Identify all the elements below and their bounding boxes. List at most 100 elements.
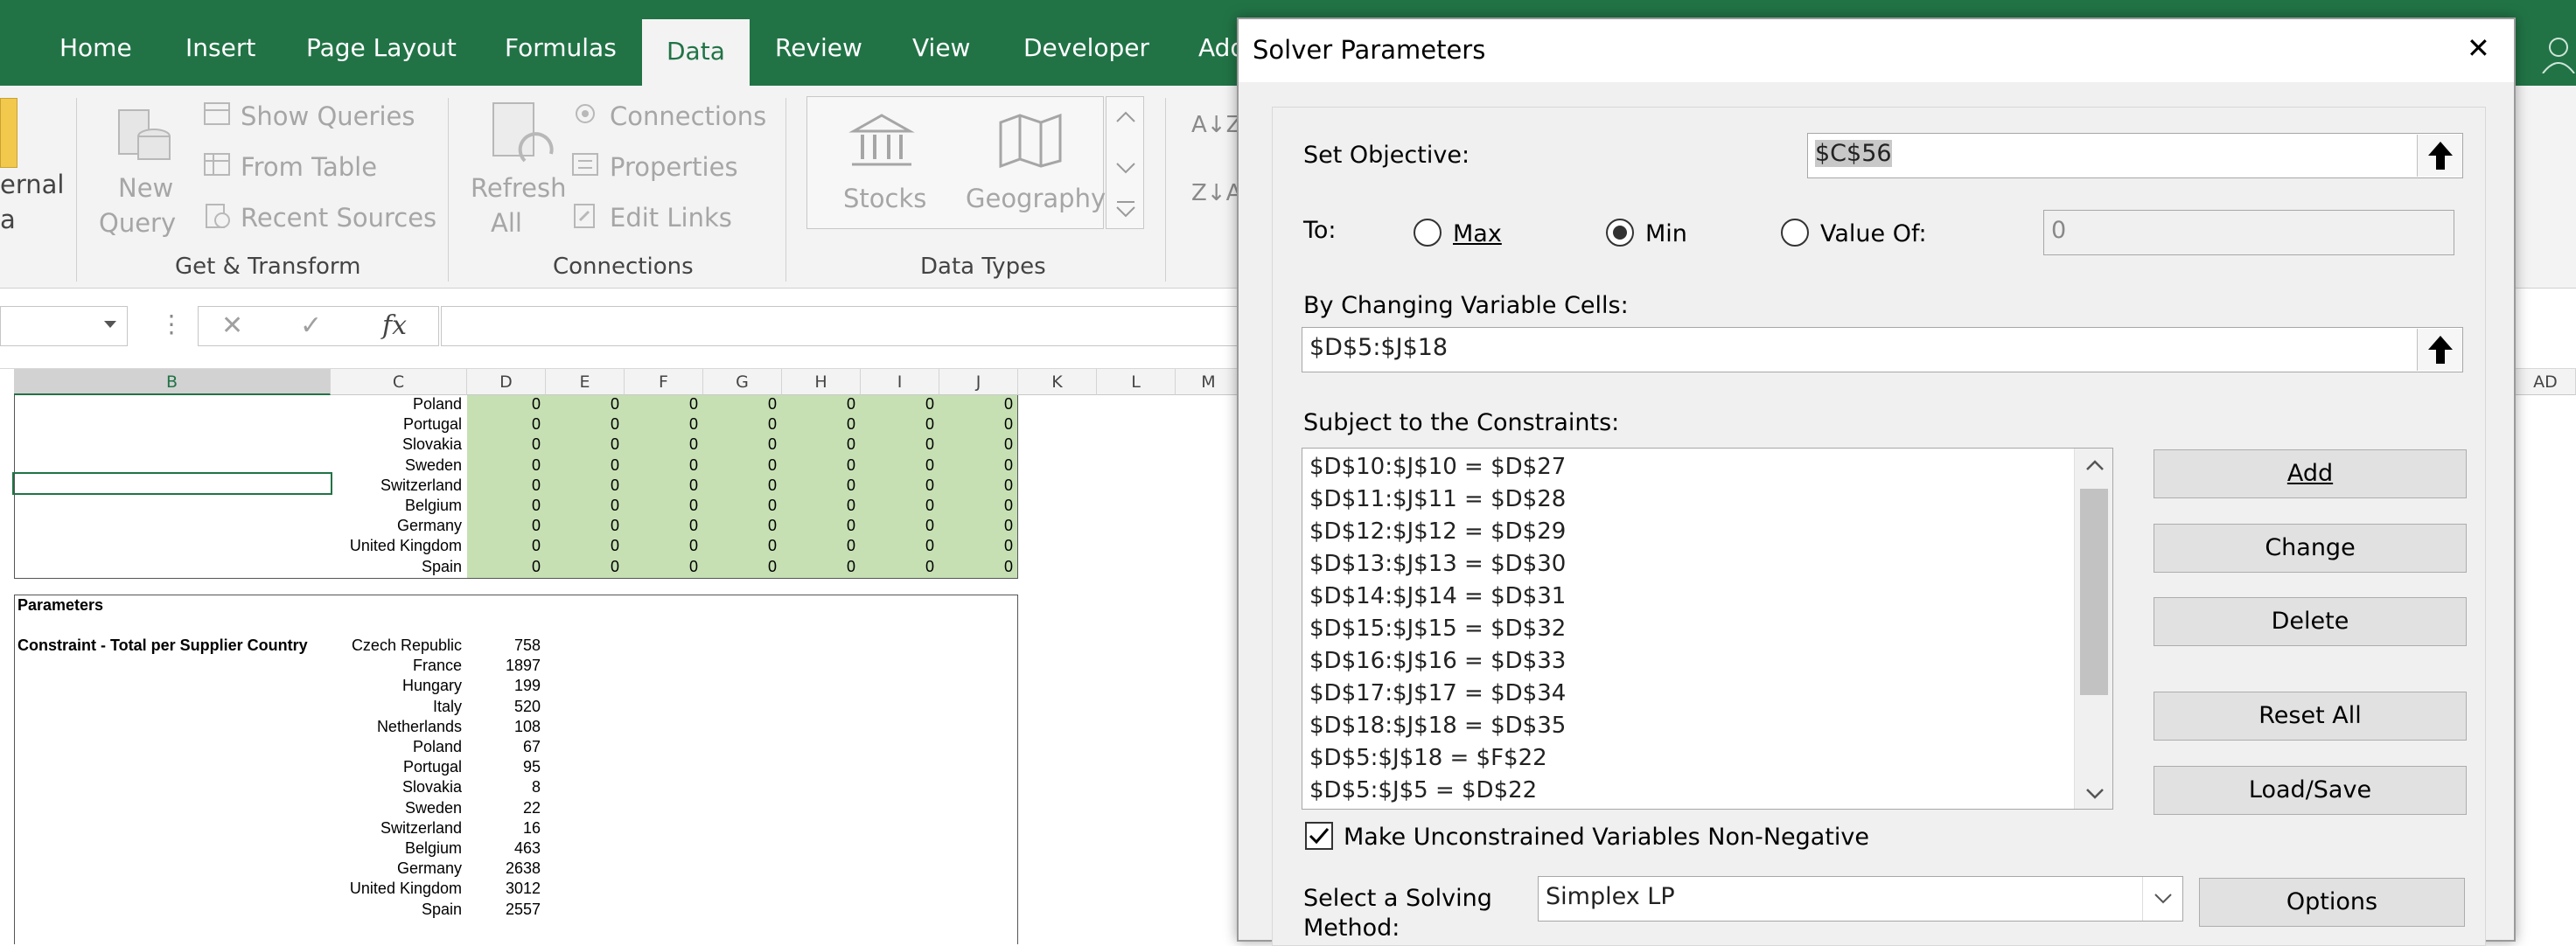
row-label[interactable]: Slovakia bbox=[331, 435, 462, 454]
enter-icon[interactable]: ✓ bbox=[300, 310, 322, 341]
value-cell[interactable]: 0 bbox=[703, 456, 777, 475]
value-cell[interactable]: 0 bbox=[625, 456, 698, 475]
value-cell[interactable]: 0 bbox=[546, 558, 619, 576]
properties-button[interactable]: Properties bbox=[610, 152, 738, 182]
min-radio[interactable] bbox=[1606, 219, 1634, 247]
column-header[interactable]: F bbox=[625, 369, 703, 395]
param-value[interactable]: 3012 bbox=[467, 880, 541, 898]
value-cell[interactable]: 0 bbox=[782, 395, 855, 414]
column-header[interactable]: B bbox=[14, 369, 331, 395]
param-country[interactable]: Germany bbox=[331, 859, 462, 878]
constraint-item[interactable]: $D$13:$J$13 = $D$30 bbox=[1309, 551, 1566, 577]
value-of-radio[interactable] bbox=[1781, 219, 1809, 247]
param-value[interactable]: 199 bbox=[467, 677, 541, 695]
refresh-all-label[interactable]: All bbox=[491, 208, 522, 238]
value-cell[interactable]: 0 bbox=[546, 456, 619, 475]
objective-collapse-button[interactable] bbox=[2417, 135, 2462, 177]
value-cell[interactable]: 0 bbox=[625, 517, 698, 535]
value-cell[interactable]: 0 bbox=[703, 537, 777, 555]
tab-formulas[interactable]: Formulas bbox=[505, 33, 617, 62]
param-value[interactable]: 95 bbox=[467, 758, 541, 776]
param-country[interactable]: Portugal bbox=[331, 758, 462, 776]
value-cell[interactable]: 0 bbox=[467, 497, 541, 515]
value-cell[interactable]: 0 bbox=[703, 558, 777, 576]
value-cell[interactable]: 0 bbox=[939, 497, 1013, 515]
value-cell[interactable]: 0 bbox=[939, 456, 1013, 475]
changing-cells-field[interactable]: $D$5:$J$18 bbox=[1302, 327, 2463, 372]
row-label[interactable]: Switzerland bbox=[331, 476, 462, 495]
param-country[interactable]: Czech Republic bbox=[331, 636, 462, 655]
value-cell[interactable]: 0 bbox=[467, 517, 541, 535]
param-value[interactable]: 8 bbox=[467, 778, 541, 796]
value-cell[interactable]: 0 bbox=[782, 517, 855, 535]
param-value[interactable]: 463 bbox=[467, 839, 541, 858]
value-cell[interactable]: 0 bbox=[939, 395, 1013, 414]
close-icon[interactable]: ✕ bbox=[2467, 31, 2490, 65]
value-cell[interactable]: 0 bbox=[939, 517, 1013, 535]
value-cell[interactable]: 0 bbox=[546, 435, 619, 454]
delete-button[interactable]: Delete bbox=[2154, 597, 2467, 646]
value-cell[interactable]: 0 bbox=[625, 435, 698, 454]
value-cell[interactable]: 0 bbox=[467, 537, 541, 555]
value-cell[interactable]: 0 bbox=[467, 456, 541, 475]
external-data-icon[interactable] bbox=[0, 98, 17, 168]
constraint-item[interactable]: $D$5:$J$18 = $F$22 bbox=[1309, 745, 1547, 771]
constraint-item[interactable]: $D$17:$J$17 = $D$34 bbox=[1309, 680, 1566, 706]
param-country[interactable]: Poland bbox=[331, 738, 462, 756]
value-cell[interactable]: 0 bbox=[782, 415, 855, 434]
param-value[interactable]: 2557 bbox=[467, 901, 541, 919]
row-label[interactable]: United Kingdom bbox=[331, 537, 462, 555]
tab-view[interactable]: View bbox=[912, 33, 970, 62]
param-country[interactable]: Hungary bbox=[331, 677, 462, 695]
column-header[interactable]: E bbox=[546, 369, 625, 395]
column-header[interactable]: D bbox=[467, 369, 546, 395]
param-country[interactable]: United Kingdom bbox=[331, 880, 462, 898]
constraint-item[interactable]: $D$10:$J$10 = $D$27 bbox=[1309, 454, 1566, 480]
dialog-title-bar[interactable]: Solver Parameters ✕ bbox=[1239, 19, 2514, 82]
worksheet-grid[interactable]: B C D E F G H I J K L M Poland 0 0 0 0 0 0 0 Por… bbox=[0, 369, 1242, 944]
column-header[interactable]: J bbox=[939, 369, 1018, 395]
gallery-scroll[interactable] bbox=[1106, 96, 1144, 229]
insert-function-icon[interactable]: fx bbox=[382, 310, 407, 341]
value-cell[interactable]: 0 bbox=[546, 395, 619, 414]
value-cell[interactable]: 0 bbox=[861, 497, 934, 515]
value-cell[interactable]: 0 bbox=[782, 558, 855, 576]
constraint-item[interactable]: $D$5:$J$5 = $D$22 bbox=[1309, 777, 1537, 803]
constraint-item[interactable]: $D$12:$J$12 = $D$29 bbox=[1309, 518, 1566, 545]
constraint-item[interactable]: $D$14:$J$14 = $D$31 bbox=[1309, 583, 1566, 609]
value-of-field[interactable]: 0 bbox=[2043, 210, 2454, 255]
value-cell[interactable]: 0 bbox=[625, 476, 698, 495]
value-cell[interactable]: 0 bbox=[939, 476, 1013, 495]
value-cell[interactable]: 0 bbox=[546, 476, 619, 495]
refresh-all-button[interactable]: Refresh bbox=[471, 173, 567, 203]
constraint-item[interactable]: $D$15:$J$15 = $D$32 bbox=[1309, 616, 1566, 642]
param-country[interactable]: Switzerland bbox=[331, 819, 462, 838]
value-cell[interactable]: 0 bbox=[625, 497, 698, 515]
value-cell[interactable]: 0 bbox=[546, 497, 619, 515]
param-value[interactable]: 16 bbox=[467, 819, 541, 838]
cancel-icon[interactable]: ✕ bbox=[221, 310, 243, 341]
value-cell[interactable]: 0 bbox=[861, 415, 934, 434]
param-country[interactable]: Sweden bbox=[331, 799, 462, 817]
value-cell[interactable]: 0 bbox=[861, 476, 934, 495]
reset-all-button[interactable]: Reset All bbox=[2154, 692, 2467, 741]
constraints-scrollbar[interactable] bbox=[2074, 449, 2112, 809]
value-cell[interactable]: 0 bbox=[467, 415, 541, 434]
param-value[interactable]: 108 bbox=[467, 718, 541, 736]
value-cell[interactable]: 0 bbox=[703, 435, 777, 454]
column-header[interactable]: C bbox=[331, 369, 467, 395]
chevron-down-icon[interactable] bbox=[102, 319, 118, 331]
column-header[interactable]: K bbox=[1018, 369, 1097, 395]
value-cell[interactable]: 0 bbox=[861, 395, 934, 414]
scroll-up-icon[interactable] bbox=[2085, 459, 2105, 471]
param-value[interactable]: 2638 bbox=[467, 859, 541, 878]
show-queries-button[interactable]: Show Queries bbox=[241, 101, 415, 131]
value-cell[interactable]: 0 bbox=[861, 517, 934, 535]
add-button[interactable]: Add bbox=[2154, 449, 2467, 498]
tab-developer[interactable]: Developer bbox=[1023, 33, 1149, 62]
value-cell[interactable]: 0 bbox=[703, 476, 777, 495]
param-value[interactable]: 758 bbox=[467, 636, 541, 655]
scroll-thumb[interactable] bbox=[2080, 489, 2108, 695]
value-cell[interactable]: 0 bbox=[939, 537, 1013, 555]
value-cell[interactable]: 0 bbox=[467, 558, 541, 576]
